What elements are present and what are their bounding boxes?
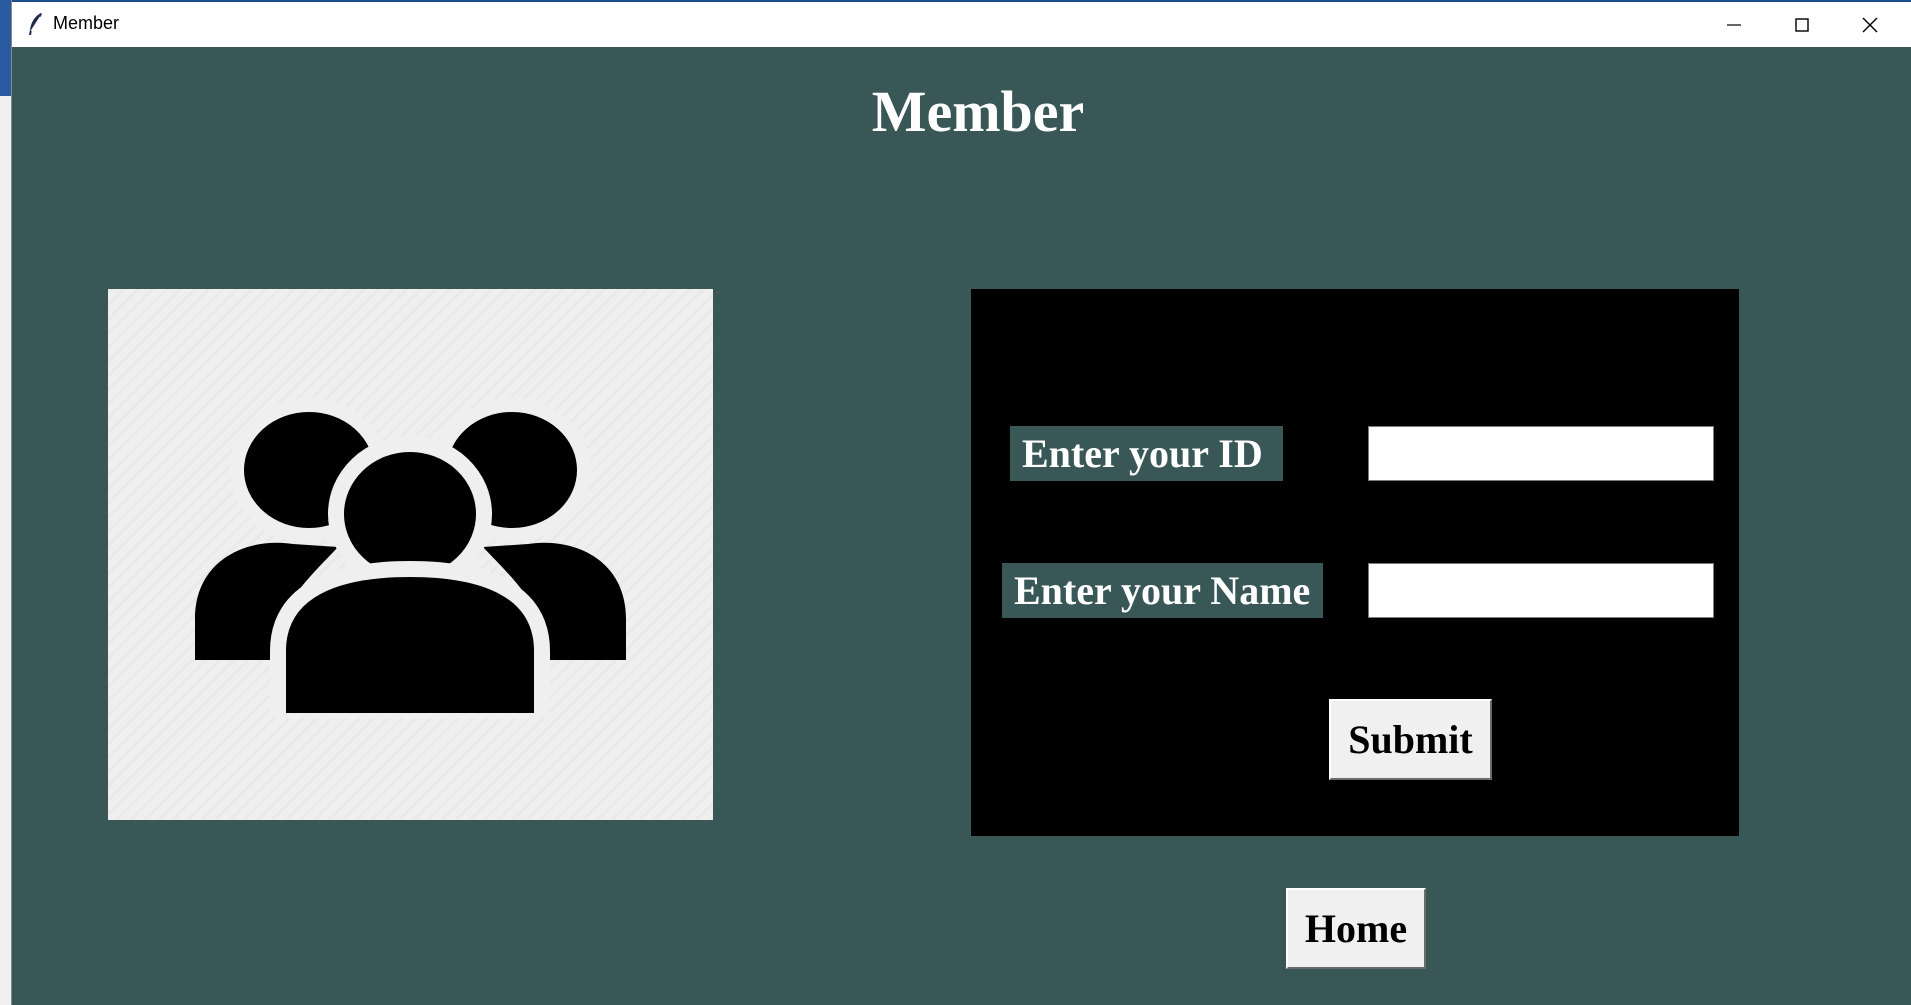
close-icon — [1862, 17, 1878, 32]
users-group-icon — [195, 398, 626, 718]
name-input[interactable] — [1368, 563, 1714, 618]
desktop-background — [0, 0, 12, 1005]
minimize-button[interactable] — [1700, 2, 1768, 47]
window-title: Member — [53, 13, 120, 33]
maximize-button[interactable] — [1768, 2, 1836, 47]
page-title: Member — [871, 79, 1085, 144]
title-bar[interactable]: Member — [12, 0, 1911, 47]
minimize-icon — [1727, 23, 1741, 26]
home-button[interactable]: Home — [1286, 888, 1426, 969]
name-label: Enter your Name — [1002, 563, 1323, 618]
maximize-icon — [1795, 17, 1809, 32]
feather-icon — [29, 13, 42, 35]
member-form-panel: Enter your ID Enter your Name Submit — [971, 289, 1739, 836]
id-input[interactable] — [1368, 426, 1714, 481]
id-label: Enter your ID — [1010, 426, 1283, 481]
desktop-window-edge — [0, 0, 12, 96]
member-window: Member Member Enter your ID Enter your N… — [12, 0, 1911, 1005]
submit-button[interactable]: Submit — [1329, 699, 1492, 780]
member-image — [108, 289, 713, 820]
close-button[interactable] — [1836, 2, 1904, 47]
